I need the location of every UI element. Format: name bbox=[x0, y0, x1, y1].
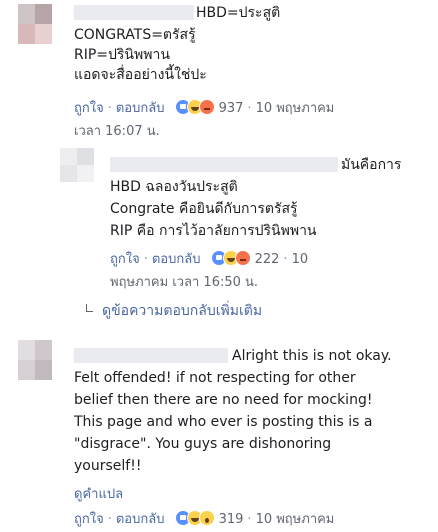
comment-time[interactable]: พฤษภาคม เวลา 16:50 น. bbox=[110, 273, 258, 292]
separator: · bbox=[247, 512, 252, 527]
reply-button[interactable]: ตอบกลับ bbox=[152, 252, 201, 267]
blurred-author-name[interactable] bbox=[74, 5, 194, 20]
reaction-count[interactable]: 222 bbox=[255, 252, 280, 267]
comment-time[interactable]: เวลา 16:07 น. bbox=[74, 122, 160, 141]
comment-date[interactable]: 10 พฤษภาคม bbox=[256, 512, 335, 527]
comment-text-line: Alright this is not okay. bbox=[232, 348, 392, 364]
comment-text-line: RIP=ปรินิพพาน bbox=[74, 47, 170, 63]
comment-actions: ถูกใจ · ตอบกลับ 222 · 10 bbox=[110, 250, 308, 272]
reply-button[interactable]: ตอบกลับ bbox=[116, 512, 165, 527]
comment-text-line: HBD ฉลองวันประสูติ bbox=[110, 179, 238, 195]
avatar[interactable] bbox=[18, 340, 52, 380]
reply-arrow-icon bbox=[84, 304, 94, 316]
comment-text-line: CONGRATS=ตรัสรู้ bbox=[74, 27, 196, 43]
comment-text-line: "disgrace". You guys are dishonoring bbox=[74, 436, 332, 452]
like-button[interactable]: ถูกใจ bbox=[74, 101, 104, 116]
reply-button[interactable]: ตอบกลับ bbox=[116, 101, 165, 116]
reaction-count[interactable]: 937 bbox=[219, 101, 244, 116]
comment-date[interactable]: 10 bbox=[292, 252, 309, 267]
angry-icon bbox=[234, 250, 251, 266]
separator: · bbox=[283, 252, 288, 267]
comment-actions: ถูกใจ · ตอบกลับ 937 · 10 พฤษภาคม bbox=[74, 99, 334, 121]
comment-text-line: แอดจะสื่ออย่างนี้ใช่ปะ bbox=[74, 67, 207, 83]
more-replies-link[interactable]: ดูข้อความตอบกลับเพิ่มเติม bbox=[84, 301, 262, 321]
comment-text-line: This page and who ever is posting this i… bbox=[74, 414, 373, 430]
blurred-author-name[interactable] bbox=[74, 348, 228, 363]
comment-date[interactable]: 10 พฤษภาคม bbox=[256, 101, 335, 116]
comment-text-line: RIP คือ การไว้อาลัยการปรินิพพาน bbox=[110, 223, 317, 239]
blurred-author-name[interactable] bbox=[110, 157, 338, 172]
separator: · bbox=[143, 252, 148, 267]
translate-link[interactable]: ดูคำแปล bbox=[74, 485, 123, 504]
avatar[interactable] bbox=[60, 148, 94, 182]
separator: · bbox=[107, 512, 112, 527]
avatar[interactable] bbox=[18, 4, 52, 44]
more-replies-label: ดูข้อความตอบกลับเพิ่มเติม bbox=[102, 303, 263, 319]
comment-text-line: belief then there are no need for mockin… bbox=[74, 392, 373, 408]
comment-text-line: Congrate คือยินดีกับการตรัสรู้ bbox=[110, 201, 298, 217]
like-button[interactable]: ถูกใจ bbox=[74, 512, 104, 527]
comment-text-line: มันคือการ bbox=[341, 157, 402, 173]
separator: · bbox=[247, 101, 252, 116]
comment-text-line: Felt offended! if not respecting for oth… bbox=[74, 370, 356, 386]
reactions[interactable] bbox=[210, 250, 251, 272]
comment-text-line: HBD=ประสูติ bbox=[196, 5, 281, 21]
comment-actions: ถูกใจ · ตอบกลับ 319 · 10 พฤษภาคม bbox=[74, 510, 334, 532]
reactions[interactable] bbox=[174, 510, 215, 532]
like-button[interactable]: ถูกใจ bbox=[110, 252, 140, 267]
reaction-count[interactable]: 319 bbox=[219, 512, 244, 527]
separator: · bbox=[107, 101, 112, 116]
wow-icon bbox=[198, 510, 215, 526]
reactions[interactable] bbox=[174, 99, 215, 121]
angry-icon bbox=[198, 99, 215, 115]
comment-text-line: yourself!! bbox=[74, 458, 142, 474]
